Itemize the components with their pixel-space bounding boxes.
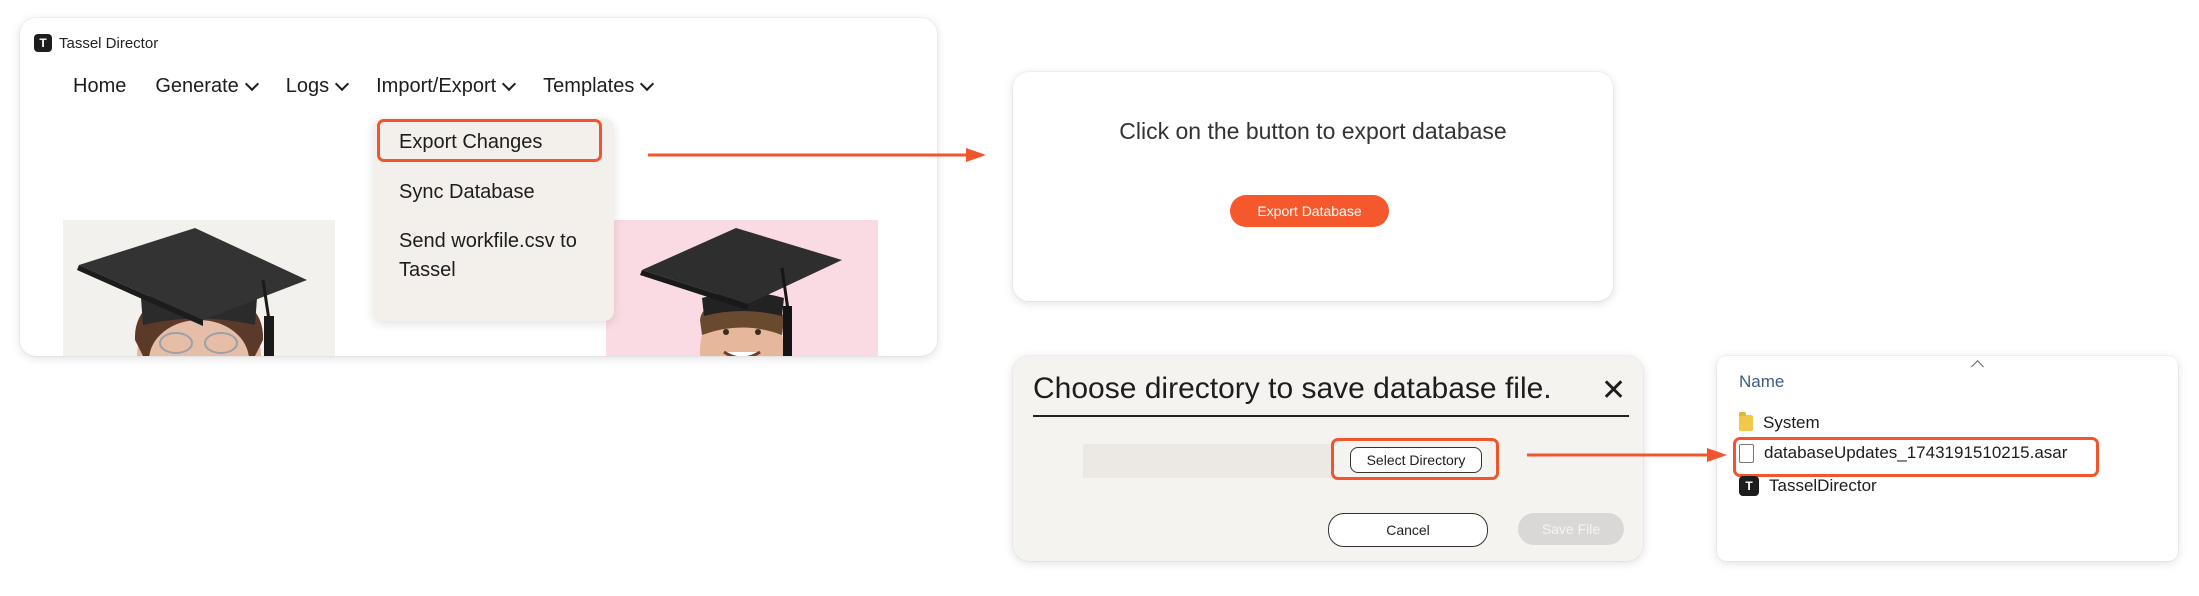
nav-generate[interactable]: Generate <box>155 75 259 98</box>
cancel-button[interactable]: Cancel <box>1328 513 1488 547</box>
nav-logs[interactable]: Logs <box>285 75 350 98</box>
graduate-photo-woman <box>63 220 335 356</box>
file-item-system[interactable]: System <box>1739 412 1820 433</box>
menu-item-sync-database[interactable]: Sync Database <box>399 178 535 207</box>
directory-path-field[interactable] <box>1083 444 1333 478</box>
highlight-box <box>1331 438 1499 480</box>
menu-item-send-workfile[interactable]: Send workfile.csv to Tassel <box>399 227 599 285</box>
menu-item-label: Sync Database <box>399 181 535 203</box>
file-item-label: TasselDirector <box>1769 476 1877 495</box>
chevron-down-icon <box>502 76 517 92</box>
file-item-label: System <box>1763 413 1820 432</box>
nav-home[interactable]: Home <box>73 75 126 98</box>
close-icon[interactable]: ✕ <box>1601 376 1626 406</box>
folder-icon <box>1739 412 1753 431</box>
highlight-box <box>377 119 602 162</box>
import-export-dropdown: Export Changes Sync Database Send workfi… <box>373 118 614 321</box>
chevron-down-icon <box>335 76 350 92</box>
file-explorer: Name System databaseUpdates_174319151021… <box>1717 356 2178 561</box>
directory-dialog: Choose directory to save database file. … <box>1013 356 1643 561</box>
menu-item-label: Send workfile.csv to Tassel <box>399 230 577 281</box>
highlight-box <box>1733 437 2099 477</box>
export-database-button[interactable]: Export Database <box>1230 195 1389 227</box>
chevron-down-icon <box>244 76 259 92</box>
export-panel: Click on the button to export database E… <box>1013 72 1613 301</box>
app-logo-icon: T <box>1739 476 1759 496</box>
sort-ascending-icon[interactable] <box>1971 360 1984 373</box>
save-file-button[interactable]: Save File <box>1518 513 1624 545</box>
file-item-tasseldirector[interactable]: T TasselDirector <box>1739 476 1877 496</box>
nav-generate-label: Generate <box>155 75 239 97</box>
app-logo-icon: T <box>34 34 52 52</box>
chevron-down-icon <box>640 76 655 92</box>
main-nav: Home Generate Logs Import/Export Templat… <box>73 75 681 98</box>
export-heading: Click on the button to export database <box>1119 118 1507 144</box>
nav-import-export[interactable]: Import/Export <box>376 75 517 98</box>
nav-templates-label: Templates <box>543 75 635 97</box>
nav-templates[interactable]: Templates <box>543 75 655 98</box>
column-header-name[interactable]: Name <box>1739 372 1784 392</box>
app-title: Tassel Director <box>59 34 159 52</box>
nav-home-label: Home <box>73 75 127 97</box>
nav-logs-label: Logs <box>285 75 330 97</box>
graduate-photo-man <box>606 220 878 356</box>
title-bar: T Tassel Director <box>34 34 158 52</box>
dialog-title: Choose directory to save database file. <box>1033 372 1552 405</box>
nav-import-export-label: Import/Export <box>376 75 497 97</box>
app-window: T Tassel Director Home Generate Logs Imp… <box>20 18 937 356</box>
title-divider <box>1033 415 1629 417</box>
